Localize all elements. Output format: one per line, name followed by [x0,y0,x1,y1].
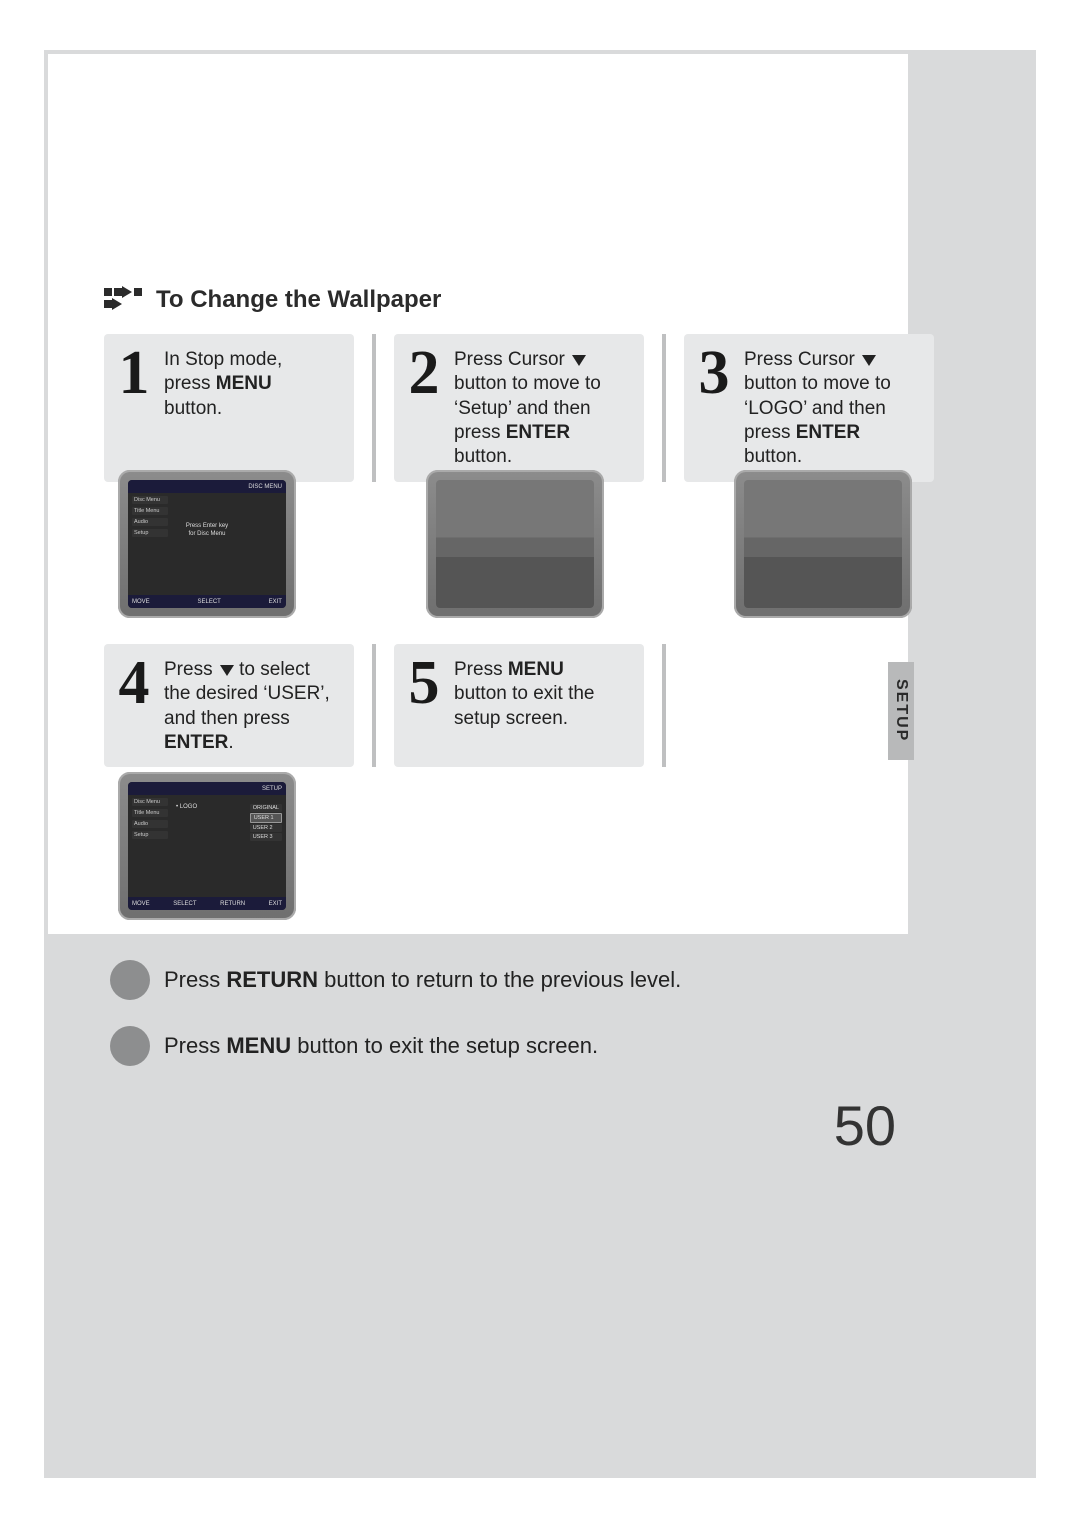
osd-screen: DISC MENU Disc Menu Title Menu Audio Set… [128,480,286,608]
bullet-icon [110,960,150,1000]
steps-row-1: 1 In Stop mode, press MENU button. 2 Pre… [104,334,934,482]
heading-icon [104,288,144,312]
bullet-icon [110,1026,150,1066]
photo-screen [744,480,902,608]
step-4: 4 Press to select the desired ‘USER’, an… [104,644,354,767]
note-text: Press MENU button to exit the setup scre… [164,1033,598,1059]
down-arrow-icon [862,355,876,366]
steps-row-2: 4 Press to select the desired ‘USER’, an… [104,644,666,767]
down-arrow-icon [220,665,234,676]
step-text: Press MENU button to exit the setup scre… [454,656,595,731]
page-number: 50 [834,1093,896,1158]
step-number: 2 [402,346,446,402]
down-arrow-icon [572,355,586,366]
heading-text: To Change the Wallpaper [156,286,441,314]
content-area: To Change the Wallpaper 1 In Stop mode, … [48,54,908,934]
step-text: Press to select the desired ‘USER’, and … [164,656,330,755]
notes-block: Press RETURN button to return to the pre… [110,960,910,1066]
section-heading: To Change the Wallpaper [104,286,441,314]
step-separator [372,644,376,767]
tv-screenshot-1: DISC MENU Disc Menu Title Menu Audio Set… [118,470,296,618]
note-item: Press MENU button to exit the setup scre… [110,1026,910,1066]
step-text: In Stop mode, press MENU button. [164,346,282,421]
step-number: 5 [402,656,446,712]
section-tab-label: SETUP [892,679,910,742]
step-2: 2 Press Cursor button to move to ‘Setup’… [394,334,644,482]
osd-screen: SETUP Disc Menu Title Menu Audio Setup •… [128,782,286,910]
step-number: 1 [112,346,156,402]
photo-screen [436,480,594,608]
step-number: 3 [692,346,736,402]
step-separator [662,644,666,767]
step-separator [372,334,376,482]
step-number: 4 [112,656,156,712]
step-text: Press Cursor button to move to ‘Setup’ a… [454,346,632,470]
tv-screenshot-4: SETUP Disc Menu Title Menu Audio Setup •… [118,772,296,920]
step-separator [662,334,666,482]
manual-page: To Change the Wallpaper 1 In Stop mode, … [44,50,1036,1478]
note-text: Press RETURN button to return to the pre… [164,967,681,993]
step-1: 1 In Stop mode, press MENU button. [104,334,354,482]
menu-label: MENU [216,373,272,394]
step-5: 5 Press MENU button to exit the setup sc… [394,644,644,767]
section-tab-setup: SETUP [888,662,914,760]
screenshots-row-1: DISC MENU Disc Menu Title Menu Audio Set… [118,470,912,618]
tv-screenshot-2 [426,470,604,618]
tv-screenshot-3 [734,470,912,618]
step-text: Press Cursor button to move to ‘LOGO’ an… [744,346,922,470]
note-item: Press RETURN button to return to the pre… [110,960,910,1000]
step-3: 3 Press Cursor button to move to ‘LOGO’ … [684,334,934,482]
screenshots-row-2: SETUP Disc Menu Title Menu Audio Setup •… [118,772,296,920]
